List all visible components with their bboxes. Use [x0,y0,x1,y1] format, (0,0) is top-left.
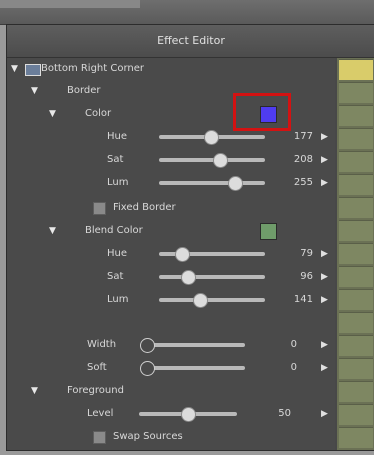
blend-param-value[interactable]: 96 [285,266,313,288]
keyframe-cell[interactable] [339,358,373,379]
color-param-label: Sat [107,154,124,165]
border-group-label: Border [67,85,101,96]
color-param-value[interactable]: 255 [285,172,313,194]
color-slider-knob[interactable] [213,153,229,168]
step-arrow-icon[interactable]: ▶ [321,289,328,311]
soft-slider-knob[interactable] [140,361,155,376]
keyframe-cell[interactable] [339,220,373,241]
color-group-label: Color [85,108,112,119]
keyframe-cell[interactable] [339,174,373,195]
swap-sources-label: Swap Sources [113,431,183,442]
blend-slider-knob[interactable] [175,247,191,262]
keyframe-cell[interactable] [339,105,373,126]
fixed-border-label: Fixed Border [113,202,176,213]
expand-triangle-icon[interactable]: ▼ [49,103,56,125]
keyframe-cell[interactable] [339,289,373,310]
blend-slider-track[interactable] [159,298,265,302]
keyframe-cell[interactable] [339,266,373,287]
blend-color-group-label: Blend Color [85,225,143,236]
width-label: Width [87,339,117,350]
param-row-level: Level 50 ▶ [7,403,335,425]
tree-row-swap-sources[interactable]: Swap Sources [7,426,335,448]
step-arrow-icon[interactable]: ▶ [321,149,328,171]
color-param-row: Lum 255 ▶ [7,172,335,194]
keyframe-cell[interactable] [339,243,373,264]
keyframe-cell[interactable] [339,128,373,149]
tree-row-root[interactable]: ▼ Bottom Right Corner [7,58,335,80]
toolbar-ledge [0,0,140,8]
keyframe-cell[interactable] [339,312,373,333]
keyframe-cell[interactable] [339,427,373,448]
tree-row-blend-color[interactable]: ▼ Blend Color [7,220,335,242]
width-slider-knob[interactable] [140,338,155,353]
keyframe-cell[interactable] [339,82,373,103]
step-arrow-icon[interactable]: ▶ [321,403,328,425]
tree-row-foreground[interactable]: ▼ Foreground [7,380,335,402]
foreground-group-label: Foreground [67,385,124,396]
step-arrow-icon[interactable]: ▶ [321,243,328,265]
color-slider-knob[interactable] [228,176,244,191]
soft-slider-track[interactable] [147,366,245,370]
param-row-width: Width 0 ▶ [7,334,335,356]
param-row-soft: Soft 0 ▶ [7,357,335,379]
soft-value[interactable]: 0 [269,357,297,379]
blend-color-swatch[interactable] [260,223,277,240]
blend-slider-knob[interactable] [180,270,196,285]
color-slider-track[interactable] [159,158,265,162]
swap-sources-checkbox[interactable] [93,431,106,444]
blend-param-value[interactable]: 79 [285,243,313,265]
color-slider-track[interactable] [159,181,265,185]
step-arrow-icon[interactable]: ▶ [321,172,328,194]
color-param-label: Hue [107,131,128,142]
blend-param-row: Sat 96 ▶ [7,266,335,288]
expand-triangle-icon[interactable]: ▼ [31,380,38,402]
blend-param-label: Hue [107,248,128,259]
step-arrow-icon[interactable]: ▶ [321,126,328,148]
root-effect-label: Bottom Right Corner [41,63,145,74]
expand-triangle-icon[interactable]: ▼ [11,58,18,80]
keyframe-cell[interactable] [339,151,373,172]
step-arrow-icon[interactable]: ▶ [321,334,328,356]
level-slider-knob[interactable] [181,407,196,422]
blend-param-row: Lum 141 ▶ [7,289,335,311]
keyframe-track-strip[interactable] [337,58,374,450]
step-arrow-icon[interactable]: ▶ [321,357,328,379]
blend-param-label: Lum [107,294,129,305]
window-title: Effect Editor [7,25,374,58]
blend-param-value[interactable]: 141 [285,289,313,311]
step-arrow-icon[interactable]: ▶ [321,266,328,288]
keyframe-cell[interactable] [339,59,373,80]
fixed-border-checkbox[interactable] [93,202,106,215]
blend-param-row: Hue 79 ▶ [7,243,335,265]
level-label: Level [87,408,114,419]
color-param-value[interactable]: 177 [285,126,313,148]
level-value[interactable]: 50 [263,403,291,425]
effect-icon [25,64,41,76]
keyframe-cell[interactable] [339,197,373,218]
blend-slider-track[interactable] [159,275,265,279]
soft-label: Soft [87,362,107,373]
color-slider-knob[interactable] [203,130,219,145]
blend-slider-knob[interactable] [193,293,209,308]
color-param-label: Lum [107,177,129,188]
color-param-value[interactable]: 208 [285,149,313,171]
effect-editor-panel: Effect Editor ▼ Bottom Right Corner ▼ Bo… [6,24,374,451]
width-value[interactable]: 0 [269,334,297,356]
parameter-tree: ▼ Bottom Right Corner ▼ Border ▼ Color H… [7,58,335,450]
width-slider-track[interactable] [147,343,245,347]
tree-row-fixed-border[interactable]: Fixed Border [7,197,335,219]
color-param-row: Hue 177 ▶ [7,126,335,148]
blend-param-label: Sat [107,271,124,282]
keyframe-cell[interactable] [339,404,373,425]
expand-triangle-icon[interactable]: ▼ [49,220,56,242]
keyframe-cell[interactable] [339,381,373,402]
color-param-row: Sat 208 ▶ [7,149,335,171]
keyframe-cell[interactable] [339,335,373,356]
expand-triangle-icon[interactable]: ▼ [31,80,38,102]
top-toolbar-strip [0,0,374,25]
